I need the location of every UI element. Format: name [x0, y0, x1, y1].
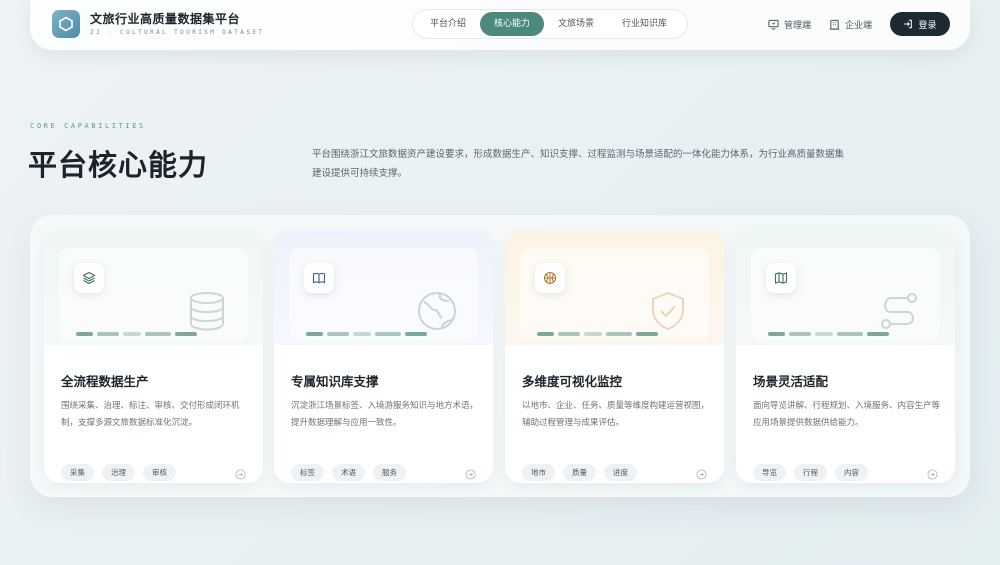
progress-bars [76, 332, 201, 336]
database-icon [190, 292, 224, 331]
tag: 地市 [522, 464, 555, 481]
brand[interactable]: 文旅行业高质量数据集平台 ZJ · CULTURAL TOURISM DATAS… [52, 10, 264, 38]
progress-bars [537, 332, 662, 336]
capability-card-data-production[interactable]: 全流程数据生产 围绕采集、治理、标注、审核、交付形成闭环机制，支撑多源文旅数据标… [44, 230, 263, 483]
card-title: 场景灵活适配 [753, 374, 829, 389]
tag-list: 采集 治理 审核 [61, 464, 184, 481]
login-icon [904, 19, 913, 29]
nav-item-knowledge-base[interactable]: 行业知识库 [608, 12, 681, 36]
tag-list: 导览 行程 内容 [753, 464, 876, 481]
arrow-circle-icon[interactable] [235, 469, 246, 480]
shield-check-icon [652, 291, 684, 331]
tag: 行程 [794, 464, 827, 481]
page-title: 平台核心能力 [28, 148, 209, 182]
capabilities-panel: 全流程数据生产 围绕采集、治理、标注、审核、交付形成闭环机制，支撑多源文旅数据标… [30, 215, 970, 497]
tag: 标签 [291, 464, 324, 481]
tag: 进度 [604, 464, 637, 481]
tag-list: 标签 术语 服务 [291, 464, 414, 481]
card-title: 专属知识库支撑 [291, 374, 379, 389]
arrow-circle-icon[interactable] [696, 469, 707, 480]
nav-item-scenarios[interactable]: 文旅场景 [544, 12, 608, 36]
enterprise-link[interactable]: 企业端 [829, 18, 872, 31]
card-title: 多维度可视化监控 [522, 374, 623, 389]
tag: 服务 [373, 464, 406, 481]
arrow-circle-icon[interactable] [927, 469, 938, 480]
tag: 治理 [102, 464, 135, 481]
admin-link-label: 管理端 [783, 20, 811, 31]
map-icon [766, 263, 796, 293]
section-eyebrow: CORE CAPABILITIES [30, 122, 146, 130]
brand-logo-icon [52, 10, 80, 38]
monitor-icon [768, 19, 779, 29]
login-button[interactable]: 登录 [890, 12, 950, 36]
card-description: 以地市、企业、任务、质量等维度构建运营视图，辅助过程管理与成果评估。 [522, 401, 710, 428]
tag: 采集 [61, 464, 94, 481]
enterprise-link-label: 企业端 [844, 20, 872, 31]
basketball-icon [535, 263, 565, 293]
card-description: 围绕采集、治理、标注、审核、交付形成闭环机制，支撑多源文旅数据标准化沉淀。 [61, 401, 240, 428]
card-description: 面向导览讲解、行程规划、入境服务、内容生产等应用场景提供数据供给能力。 [753, 401, 941, 428]
capability-card-visual-monitoring[interactable]: 多维度可视化监控 以地市、企业、任务、质量等维度构建运营视图，辅助过程管理与成果… [505, 230, 724, 483]
tag: 审核 [143, 464, 176, 481]
arrow-circle-icon[interactable] [465, 469, 476, 480]
card-title: 全流程数据生产 [61, 374, 149, 389]
progress-bars [306, 332, 431, 336]
capability-card-knowledge-base[interactable]: 专属知识库支撑 沉淀浙江场景标签、入境游服务知识与地方术语，提升数据理解与应用一… [274, 230, 493, 483]
tag: 内容 [835, 464, 868, 481]
brand-title: 文旅行业高质量数据集平台 [90, 12, 241, 26]
layers-icon [74, 263, 104, 293]
tag: 质量 [563, 464, 596, 481]
tag-list: 地市 质量 进度 [522, 464, 645, 481]
tag: 术语 [332, 464, 365, 481]
login-button-label: 登录 [918, 20, 937, 31]
nav-item-capabilities[interactable]: 核心能力 [480, 12, 545, 36]
building-icon [829, 19, 840, 30]
book-icon [304, 263, 334, 293]
main-nav: 平台介绍 核心能力 文旅场景 行业知识库 [412, 9, 688, 39]
card-description: 沉淀浙江场景标签、入境游服务知识与地方术语，提升数据理解与应用一致性。 [291, 401, 479, 428]
globe-icon [418, 292, 456, 330]
capability-card-scenario-adaptation[interactable]: 场景灵活适配 面向导览讲解、行程规划、入境服务、内容生产等应用场景提供数据供给能… [736, 230, 955, 483]
brand-subtitle: ZJ · CULTURAL TOURISM DATASET [90, 29, 265, 36]
progress-bars [768, 332, 893, 336]
section-description: 平台围绕浙江文旅数据资产建设要求，形成数据生产、知识支撑、过程监测与场景适配的一… [312, 149, 845, 179]
nav-item-intro[interactable]: 平台介绍 [416, 12, 480, 36]
admin-link[interactable]: 管理端 [768, 18, 811, 31]
tag: 导览 [753, 464, 786, 481]
top-navigation-bar: 文旅行业高质量数据集平台 ZJ · CULTURAL TOURISM DATAS… [30, 0, 970, 50]
route-icon [881, 293, 917, 329]
